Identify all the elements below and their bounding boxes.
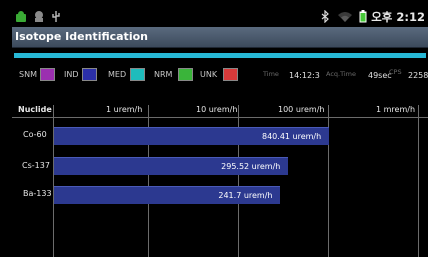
tick-label: 100 urem/h <box>278 105 325 114</box>
tick-label: 1 urem/h <box>106 105 143 114</box>
dose-rate-chart: Nuclide 1 urem/h 10 urem/h 100 urem/h 1 … <box>12 105 428 257</box>
axis-label: Nuclide <box>18 105 52 114</box>
acquisition-progress-fill <box>14 53 426 58</box>
title-bar: Isotope Identification <box>12 27 428 48</box>
nuclide-label-co60: Co-60 <box>23 130 47 139</box>
time-value: 14:12:3 <box>289 71 320 80</box>
clock: 오후 2:12 <box>371 10 425 24</box>
cps-value: 2258 <box>408 71 428 80</box>
dose-bar-cs137: 295.52 urem/h <box>54 157 289 175</box>
header-divider <box>12 117 428 118</box>
android-notification-icon <box>16 11 26 22</box>
legend-label: NRM <box>154 70 173 79</box>
legend-label: UNK <box>200 70 218 79</box>
nuclide-label-ba133: Ba-133 <box>23 189 52 198</box>
legend-label: IND <box>64 70 79 79</box>
usb-icon <box>35 11 43 22</box>
dose-bar-ba133: 241.7 urem/h <box>54 186 281 204</box>
bar-value-label: 840.41 urem/h <box>262 132 322 141</box>
legend-swatch <box>130 68 145 81</box>
grid-line <box>418 105 419 257</box>
legend-swatch <box>178 68 193 81</box>
cps-label: CPS <box>389 68 402 76</box>
time-label: Time <box>263 70 279 78</box>
legend-swatch <box>223 68 238 81</box>
tick-label: 1 mrem/h <box>376 105 416 114</box>
bluetooth-icon <box>321 10 329 23</box>
dose-bar-co60: 840.41 urem/h <box>54 127 330 145</box>
page-title: Isotope Identification <box>15 30 148 43</box>
acquisition-progress-bar <box>14 53 426 58</box>
status-bar: 오후 2:12 <box>12 8 428 26</box>
usb-debug-icon <box>52 11 60 22</box>
bar-value-label: 241.7 urem/h <box>218 191 273 200</box>
legend-swatch <box>40 68 55 81</box>
legend-label: MED <box>108 70 127 79</box>
acq-time-label: Acq.Time <box>326 70 357 78</box>
tick-label: 10 urem/h <box>196 105 238 114</box>
bar-value-label: 295.52 urem/h <box>221 162 281 171</box>
screen: 오후 2:12 Isotope Identification SNM IND M… <box>12 8 428 257</box>
legend-swatch <box>82 68 97 81</box>
category-legend: SNM IND MED NRM UNK <box>12 68 428 82</box>
wifi-icon <box>338 12 352 22</box>
battery-icon <box>359 10 367 23</box>
chart-header: Nuclide 1 urem/h 10 urem/h 100 urem/h 1 … <box>12 105 428 116</box>
nuclide-label-cs137: Cs-137 <box>22 161 50 170</box>
legend-label: SNM <box>19 70 37 79</box>
